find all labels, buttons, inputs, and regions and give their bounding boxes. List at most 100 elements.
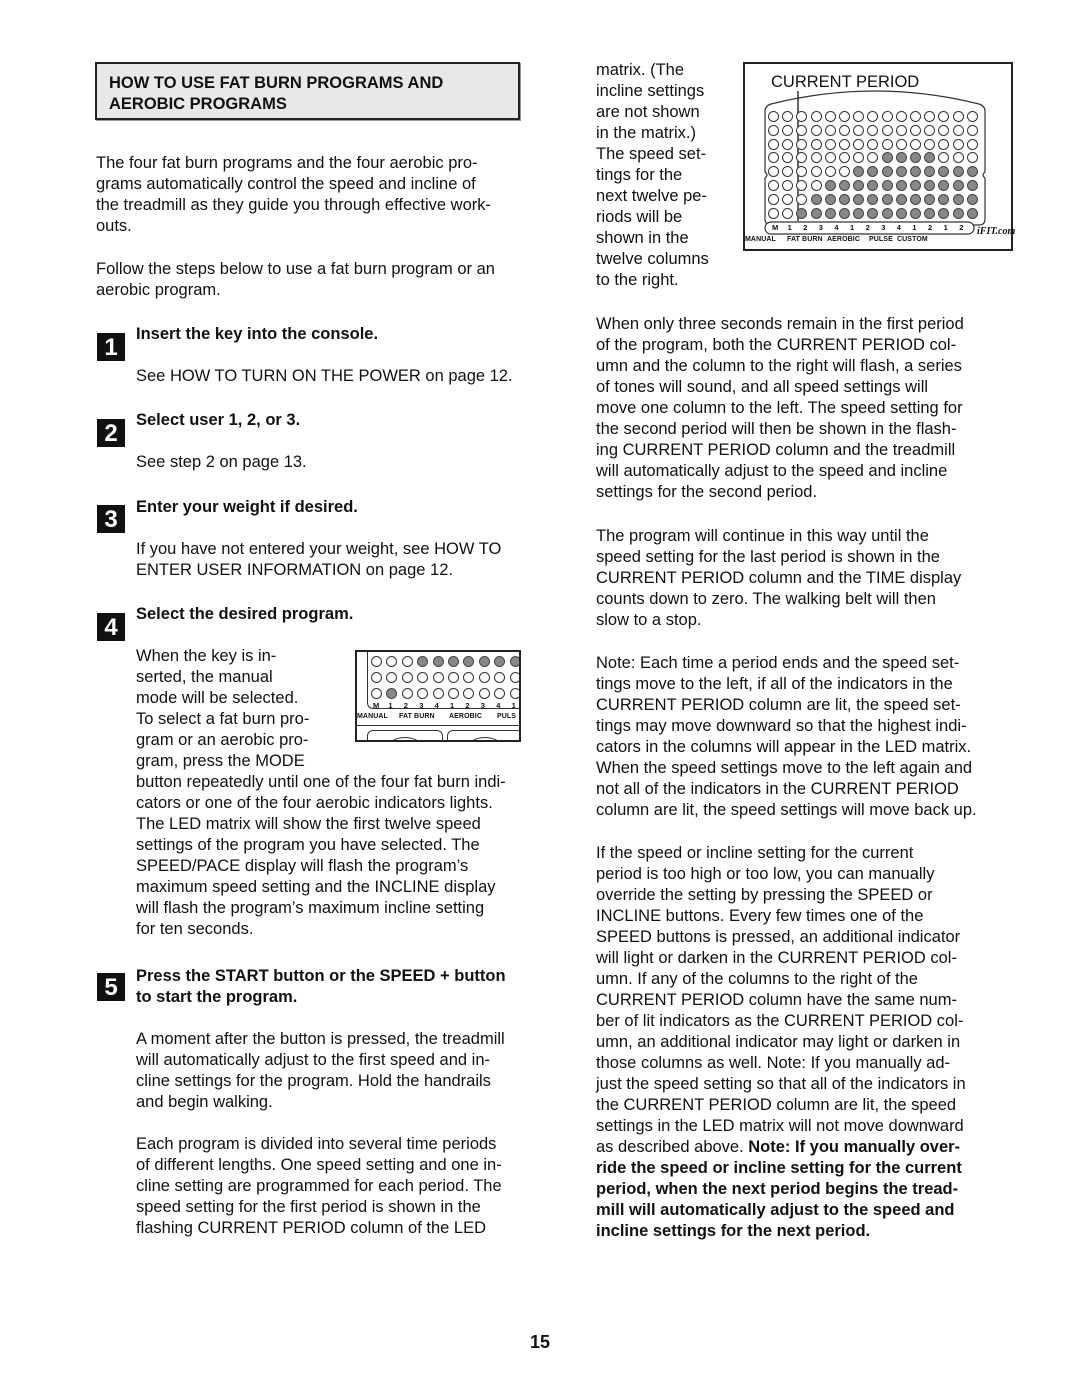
led-indicator	[895, 193, 907, 205]
bold-note-line: mill will automatically adjust to the sp…	[596, 1201, 955, 1219]
text-line: slow to a stop.	[596, 611, 702, 629]
text-line: settings of the program you have selecte…	[136, 836, 480, 854]
column-label: 4	[434, 701, 439, 710]
led-indicator	[509, 656, 519, 667]
column-label: 3	[419, 701, 424, 710]
column-label: M	[373, 701, 380, 710]
column-label: 4	[834, 223, 839, 232]
led-indicator	[810, 138, 822, 150]
right-paragraph-1: When only three seconds remain in the fi…	[596, 314, 996, 503]
text-line: Follow the steps below to use a fat burn…	[96, 260, 495, 278]
bold-note-line: ride the speed or incline setting for th…	[596, 1159, 962, 1177]
led-indicator	[966, 111, 978, 122]
text-line: to the right.	[596, 271, 679, 289]
step-number-badge: 3	[97, 505, 125, 533]
text-line: next twelve pe-	[596, 187, 707, 205]
led-indicator	[952, 111, 964, 122]
text-line: of different lengths. One speed setting …	[136, 1156, 502, 1174]
column-label: M	[772, 223, 779, 232]
text-line: tings for the	[596, 166, 683, 184]
column-label: 2	[928, 223, 933, 232]
text-line: counts down to zero. The walking belt wi…	[596, 590, 936, 608]
column-label: 1	[912, 223, 917, 232]
led-indicator	[910, 138, 921, 150]
text-line: will automatically adjust to the first s…	[136, 1051, 491, 1069]
led-indicator	[796, 207, 808, 219]
text-line: CURRENT PERIOD column are lit, the speed…	[596, 696, 961, 714]
text-line: See HOW TO TURN ON THE POWER on page 12.	[136, 367, 513, 385]
led-indicator	[839, 193, 850, 205]
text-line: the CURRENT PERIOD column are lit, the s…	[596, 1096, 957, 1114]
column-label: 1	[787, 223, 792, 232]
text-line: not all of the indicators in the CURRENT…	[596, 780, 959, 798]
column-label: 2	[403, 701, 408, 710]
led-indicator	[839, 207, 850, 219]
text-line: When the key is in-	[136, 647, 277, 665]
text-line: maximum speed setting and the INCLINE di…	[136, 878, 496, 896]
step-title: Press the START button or the SPEED + bu…	[136, 966, 506, 1008]
led-indicator	[881, 111, 893, 122]
text-line: speed setting for the last period is sho…	[596, 548, 940, 566]
text-line: will automatically adjust to the speed a…	[596, 462, 948, 480]
text-line: the second period will then be shown in …	[596, 420, 957, 438]
led-indicator	[824, 111, 836, 122]
text-line: period is too high or too low, you can m…	[596, 865, 935, 883]
text-line: of tones will sound, and all speed setti…	[596, 378, 929, 396]
right-paragraph-4: If the speed or incline setting for the …	[596, 843, 996, 1242]
program-category-label: FAT BURN	[787, 236, 823, 243]
text-line: flashing CURRENT PERIOD column of the LE…	[136, 1219, 486, 1237]
led-indicator	[432, 688, 444, 699]
text-line: just the speed setting so that all of th…	[596, 1075, 966, 1093]
led-indicator	[796, 138, 808, 150]
console-button-right	[447, 730, 519, 740]
led-indicator	[853, 193, 865, 205]
section-heading-line-1: HOW TO USE FAT BURN PROGRAMS AND	[109, 74, 444, 92]
led-indicator	[881, 193, 893, 205]
text-line: serted, the manual	[136, 668, 273, 686]
text-line: umn. If any of the columns to the right …	[596, 970, 918, 988]
led-indicator	[371, 688, 382, 699]
text-line: the treadmill as they guide you through …	[96, 196, 491, 214]
led-indicator	[824, 180, 836, 191]
text-line: SPEED buttons is pressed, an additional …	[596, 928, 961, 946]
led-indicator	[478, 688, 490, 699]
text-line: twelve columns	[596, 250, 709, 268]
text-line: incline settings	[596, 82, 705, 100]
intro-paragraph-2: Follow the steps below to use a fat burn…	[96, 259, 536, 301]
text-line: CURRENT PERIOD column have the same num-	[596, 991, 957, 1009]
text-line: cline settings for the program. Hold the…	[136, 1072, 491, 1090]
led-indicator	[810, 152, 822, 164]
led-indicator	[448, 688, 459, 699]
console-button-left	[367, 730, 443, 740]
text-line: those columns as well. Note: If you manu…	[596, 1054, 951, 1072]
led-indicator	[881, 180, 893, 191]
text-line: umn, an additional indicator may light o…	[596, 1033, 961, 1051]
led-indicator	[401, 688, 413, 699]
step-body-wrap: When the key is in- serted, the manual m…	[136, 646, 309, 772]
column-label: 2	[959, 223, 964, 232]
text-line: CURRENT PERIOD column and the TIME displ…	[596, 569, 962, 587]
led-indicator	[910, 193, 921, 205]
text-line: Each program is divided into several tim…	[136, 1135, 497, 1153]
led-indicator	[432, 656, 444, 667]
button-dome-icon	[464, 737, 506, 740]
column-label: 2	[803, 223, 808, 232]
led-indicator	[895, 111, 907, 122]
text-line: grams automatically control the speed an…	[96, 175, 476, 193]
led-indicator	[952, 124, 964, 136]
text-line: riods will be	[596, 208, 683, 226]
step-body-2: Each program is divided into several tim…	[136, 1134, 546, 1239]
text-line: When only three seconds remain in the fi…	[596, 315, 964, 333]
program-category-label: PULS	[497, 713, 517, 720]
led-indicator	[478, 656, 490, 667]
text-line: umn and the column to the right will fla…	[596, 357, 962, 375]
text-line: in the matrix.)	[596, 124, 696, 142]
led-indicator	[810, 193, 822, 205]
led-indicator	[509, 688, 519, 699]
text-line: speed setting for the first period is sh…	[136, 1198, 481, 1216]
text-line: Press the START button or the SPEED + bu…	[136, 967, 506, 985]
text-line: gram or an aerobic pro-	[136, 731, 309, 749]
column-label: 1	[511, 701, 516, 710]
right-paragraph-3: Note: Each time a period ends and the sp…	[596, 653, 996, 821]
section-heading: HOW TO USE FAT BURN PROGRAMS AND AEROBIC…	[95, 62, 520, 120]
